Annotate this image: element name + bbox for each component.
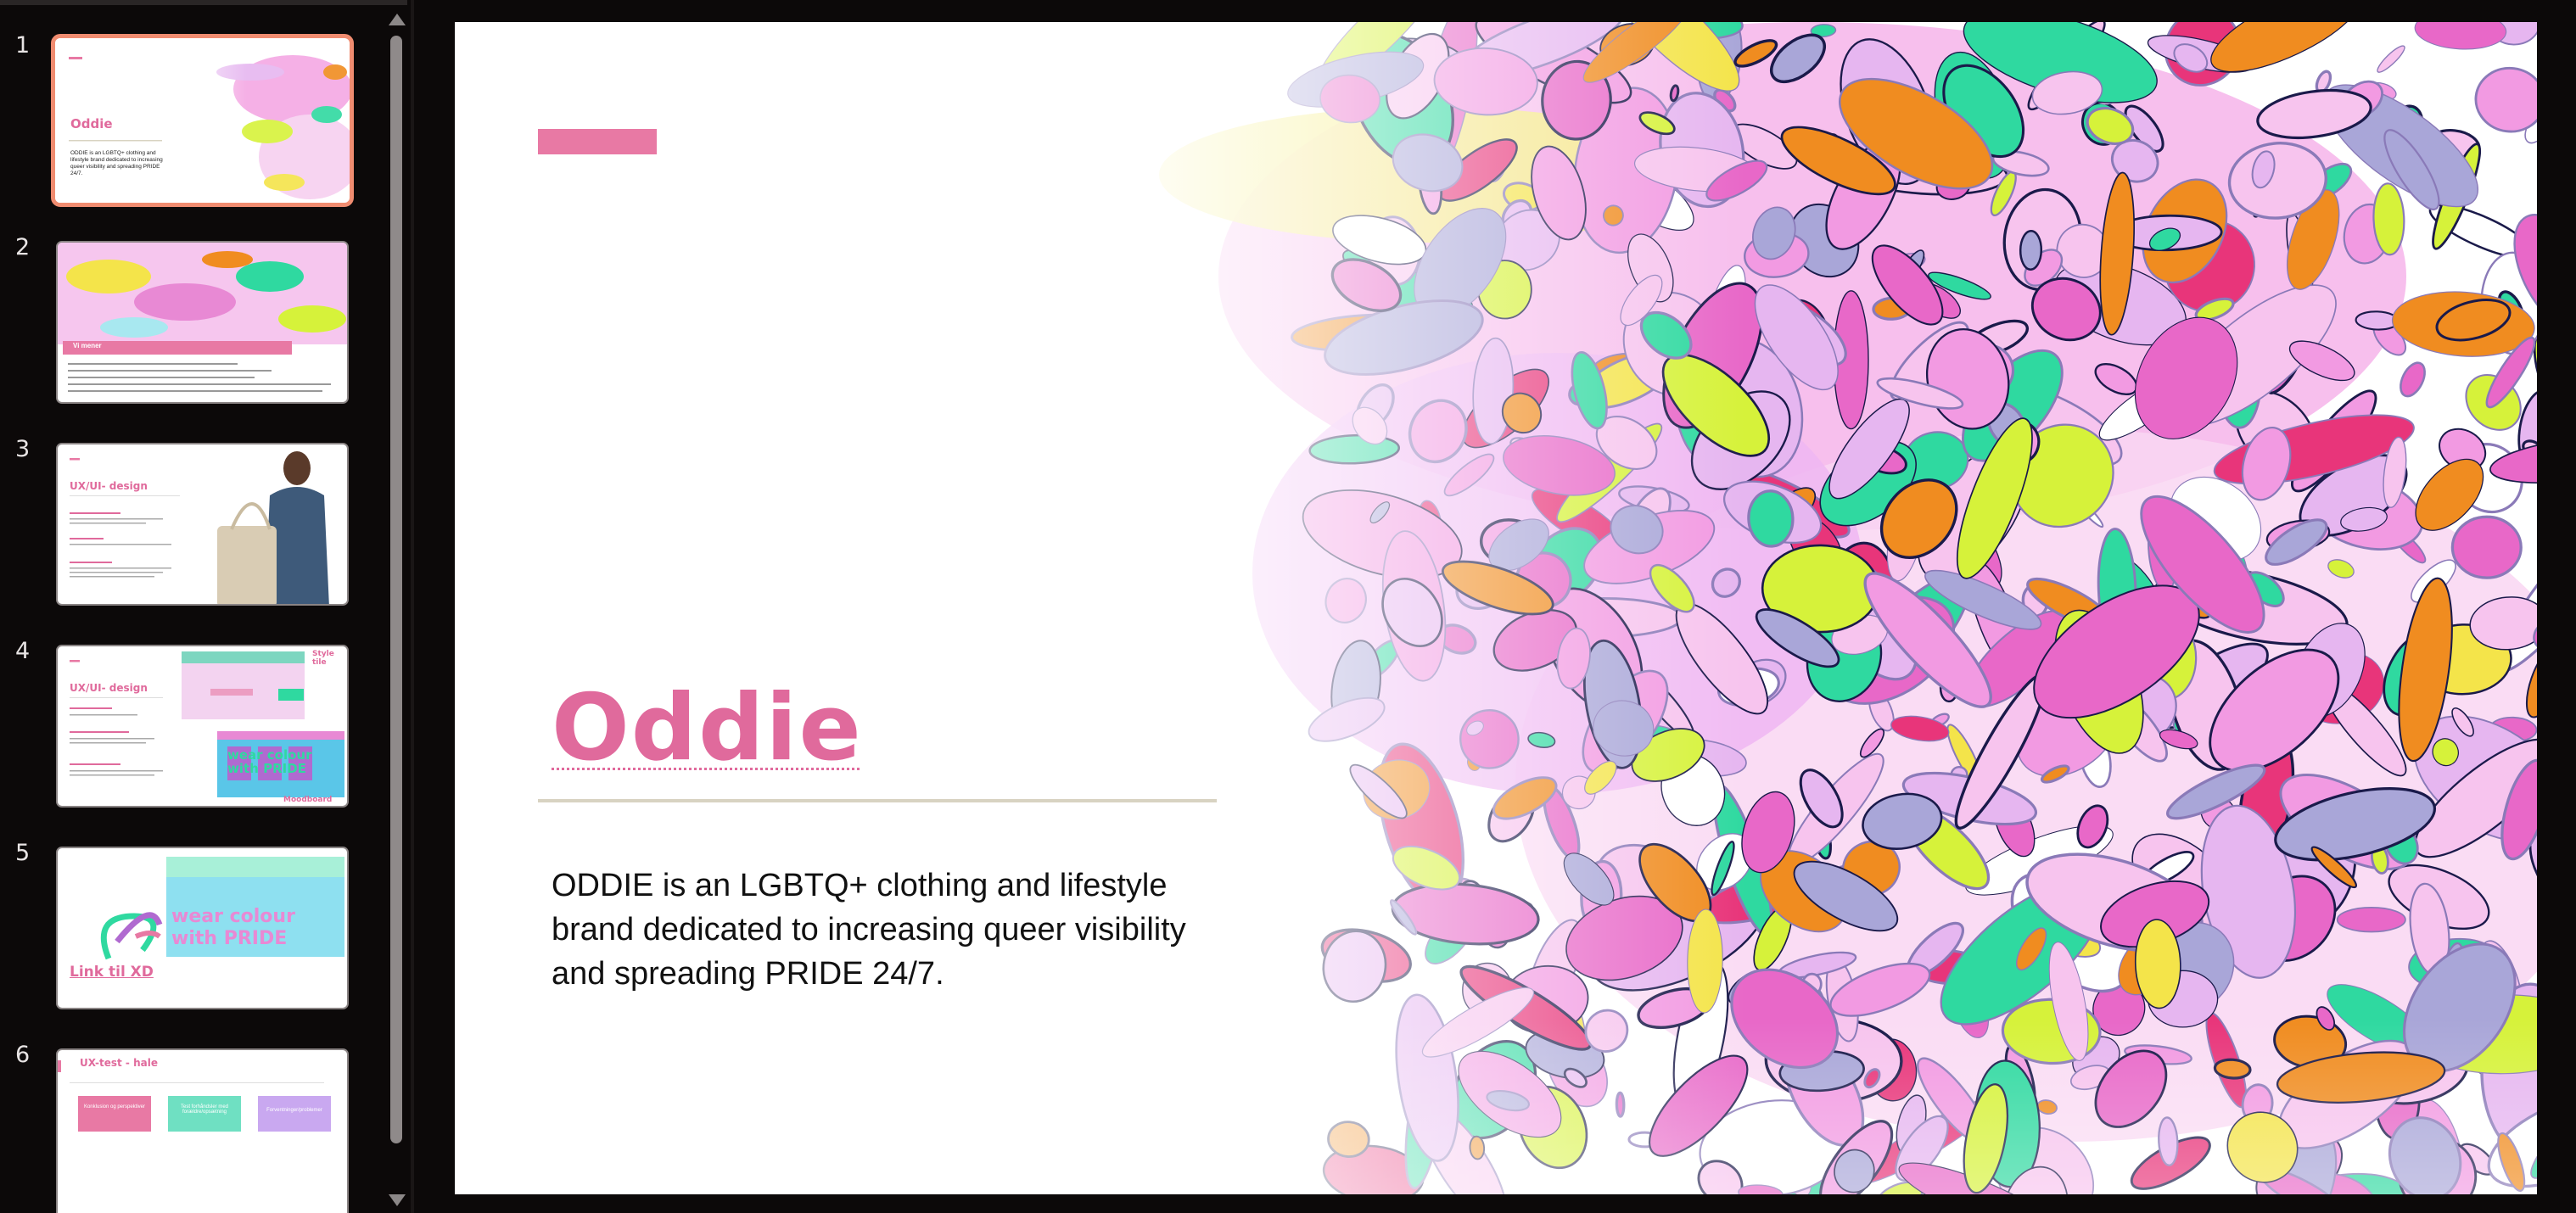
slide-number: 4 <box>15 638 31 664</box>
slide-thumbnail-3[interactable]: UX/UI- design <box>56 443 349 606</box>
thumbnail-art <box>58 1060 331 1132</box>
slide-title[interactable]: Oddie <box>552 675 863 781</box>
slide-body-text[interactable]: ODDIE is an LGBTQ+ clothing and lifestyl… <box>552 864 1222 996</box>
thumbnail-scrollbar[interactable] <box>387 10 407 1210</box>
thumbnail-text: ODDIE is an LGBTQ+ clothing and lifestyl… <box>70 150 163 176</box>
moodboard-label: Moodboard <box>283 796 333 804</box>
slide-thumbnail-6[interactable]: UX-test - hale Konklusion og perspektive… <box>56 1048 349 1213</box>
scroll-down-arrow-icon[interactable] <box>389 1194 406 1206</box>
slide-thumbnail-4[interactable]: UX/UI- design Style tile wear colour wit… <box>56 645 349 808</box>
thumbnail-banner: wear colour with PRIDE <box>227 747 312 776</box>
slide-thumbnail-1[interactable]: Oddie ODDIE is an LGBTQ+ clothing and li… <box>51 34 354 207</box>
thumbnail-art <box>58 243 347 392</box>
thumbnail-title: UX/UI- design <box>70 480 148 492</box>
slide-number: 6 <box>15 1042 31 1068</box>
thumbnail-title: Oddie <box>70 116 113 131</box>
thumbnail-art <box>70 651 344 797</box>
scroll-up-arrow-icon[interactable] <box>389 14 406 25</box>
psychedelic-background-art <box>455 22 2537 1194</box>
xd-link: Link til XD <box>70 964 154 981</box>
accent-bar <box>538 129 657 154</box>
slide-thumbnail-2[interactable]: Vi mener <box>56 241 349 404</box>
slide-number: 5 <box>15 840 31 866</box>
slide-thumbnail-pane: 1 Oddie ODDIE is an LGBTQ+ clothing and … <box>0 0 407 1213</box>
thumbnail-title: Vi mener <box>73 342 102 349</box>
thumbnail-title: UX/UI- design <box>70 682 148 694</box>
thumbnail-box-label: Forventninger/problemer <box>266 1108 322 1113</box>
style-tile-label: Style tile <box>312 650 334 667</box>
slide-number: 2 <box>15 234 31 260</box>
pane-divider[interactable] <box>411 0 414 1213</box>
thumbnail-title: UX-test - hale <box>80 1057 158 1069</box>
title-divider <box>538 799 1217 802</box>
scrollbar-thumb[interactable] <box>390 36 402 1143</box>
thumbnail-art <box>70 451 329 604</box>
thumbnail-box-label: Konklusion og perspektiver <box>83 1104 146 1110</box>
thumbnail-banner: wear colour with PRIDE <box>171 906 295 949</box>
slide-number: 3 <box>15 436 31 462</box>
slide-thumbnail-5[interactable]: wear colour with PRIDE Link til XD <box>56 847 349 1009</box>
thumbnail-box-label: Test forhåndsler med forældre/opsætning <box>180 1104 229 1115</box>
slide-number: 1 <box>15 32 31 59</box>
pane-top-border <box>0 0 407 5</box>
slide-canvas[interactable]: Oddie ODDIE is an LGBTQ+ clothing and li… <box>455 22 2537 1194</box>
